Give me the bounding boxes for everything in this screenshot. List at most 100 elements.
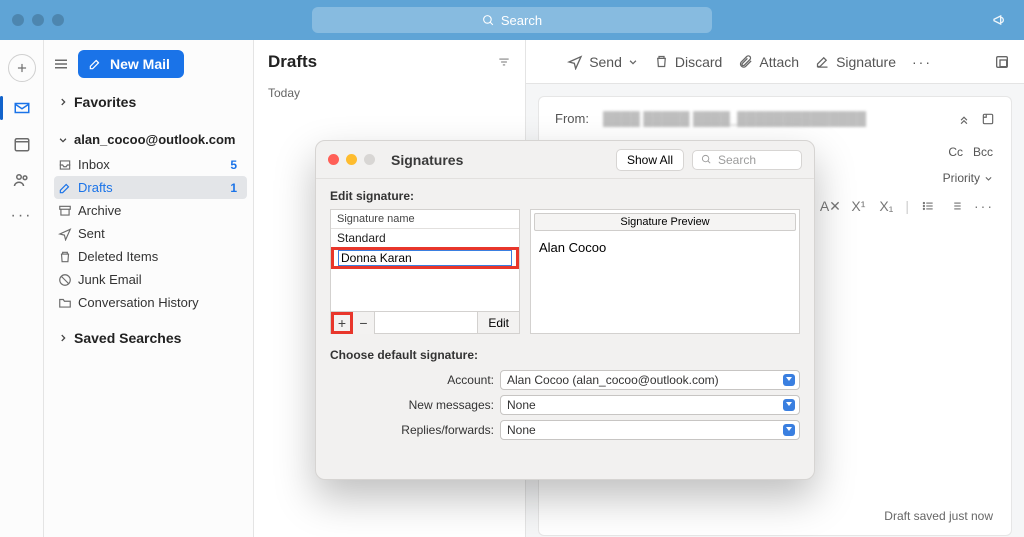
dialog-titlebar: Signatures Show All Search bbox=[316, 141, 814, 179]
more-icon[interactable]: ··· bbox=[12, 206, 32, 226]
signature-row-editing[interactable] bbox=[331, 247, 519, 269]
list-group-header: Today bbox=[268, 86, 511, 100]
window-titlebar: Search bbox=[0, 0, 1024, 40]
add-signature-button[interactable]: + bbox=[331, 312, 353, 334]
open-window-icon[interactable] bbox=[981, 112, 995, 126]
chevron-right-icon bbox=[58, 333, 68, 343]
choose-default-label: Choose default signature: bbox=[330, 348, 800, 362]
signature-row-standard[interactable]: Standard bbox=[331, 229, 519, 247]
folder-icon bbox=[58, 296, 72, 310]
from-label: From: bbox=[555, 111, 589, 126]
global-search[interactable]: Search bbox=[312, 7, 712, 33]
folder-drafts[interactable]: Drafts 1 bbox=[54, 176, 247, 199]
drafts-icon bbox=[58, 181, 72, 195]
from-row: From: ████ █████ ████_██████████████ bbox=[555, 111, 995, 126]
chevron-down-icon bbox=[984, 174, 993, 183]
favorites-header[interactable]: Favorites bbox=[50, 88, 247, 116]
rail-compose-button[interactable] bbox=[8, 54, 36, 82]
subscript-icon[interactable]: X₁ bbox=[877, 197, 895, 215]
format-toolbar: ▾ A✕ X¹ X₁ | ··· bbox=[793, 197, 993, 215]
superscript-icon[interactable]: X¹ bbox=[849, 197, 867, 215]
attach-icon bbox=[738, 54, 753, 69]
traffic-close[interactable] bbox=[12, 14, 24, 26]
saved-searches-header[interactable]: Saved Searches bbox=[50, 324, 247, 352]
new-messages-label: New messages: bbox=[330, 398, 500, 412]
folder-sent[interactable]: Sent bbox=[54, 222, 247, 245]
new-mail-button[interactable]: New Mail bbox=[78, 50, 184, 78]
dialog-minimize-button[interactable] bbox=[346, 154, 357, 165]
edit-signature-button[interactable]: Edit bbox=[477, 312, 519, 333]
preview-header: Signature Preview bbox=[534, 213, 796, 231]
compose-toolbar: Send Discard Attach Signature ··· bbox=[526, 40, 1024, 84]
attach-button[interactable]: Attach bbox=[738, 54, 799, 70]
traffic-zoom[interactable] bbox=[52, 14, 64, 26]
chevron-down-icon bbox=[628, 57, 638, 67]
signature-preview: Signature Preview Alan Cocoo bbox=[530, 209, 800, 334]
more-format-icon[interactable]: ··· bbox=[975, 197, 993, 215]
show-all-button[interactable]: Show All bbox=[616, 149, 684, 171]
archive-icon bbox=[58, 204, 72, 218]
preview-content: Alan Cocoo bbox=[531, 234, 799, 261]
chevron-right-icon bbox=[58, 97, 68, 107]
folder-list: Inbox 5 Drafts 1 Archive Sent Deleted It… bbox=[50, 153, 247, 314]
folder-conversation-history[interactable]: Conversation History bbox=[54, 291, 247, 314]
popout-icon[interactable] bbox=[994, 54, 1010, 70]
send-button[interactable]: Send bbox=[567, 54, 638, 70]
new-mail-label: New Mail bbox=[110, 56, 170, 72]
people-icon[interactable] bbox=[12, 170, 32, 190]
new-messages-select[interactable]: None bbox=[500, 395, 800, 415]
inbox-count: 5 bbox=[230, 158, 237, 172]
trash-icon bbox=[654, 54, 669, 69]
replies-forwards-label: Replies/forwards: bbox=[330, 423, 500, 437]
hamburger-icon[interactable] bbox=[52, 55, 70, 73]
edit-signature-label: Edit signature: bbox=[330, 189, 800, 203]
calendar-icon[interactable] bbox=[12, 134, 32, 154]
remove-signature-button[interactable]: − bbox=[353, 312, 375, 334]
dialog-title: Signatures bbox=[391, 152, 463, 168]
account-select[interactable]: Alan Cocoo (alan_cocoo@outlook.com) bbox=[500, 370, 800, 390]
mail-icon[interactable] bbox=[12, 98, 32, 118]
search-icon bbox=[482, 14, 495, 27]
account-label: Account: bbox=[330, 373, 500, 387]
signature-list: Signature name Standard + − Edit bbox=[330, 209, 520, 334]
dialog-search[interactable]: Search bbox=[692, 150, 802, 170]
bullet-list-icon[interactable] bbox=[919, 197, 937, 215]
filter-icon[interactable] bbox=[497, 55, 511, 69]
window-controls bbox=[12, 14, 64, 26]
clear-format-icon[interactable]: A✕ bbox=[821, 197, 839, 215]
signature-button[interactable]: Signature bbox=[815, 54, 896, 70]
collapse-icon[interactable] bbox=[957, 112, 971, 126]
replies-forwards-select[interactable]: None bbox=[500, 420, 800, 440]
cc-button[interactable]: Cc bbox=[948, 145, 963, 159]
account-header[interactable]: alan_cocoo@outlook.com bbox=[50, 126, 247, 153]
app-rail: ··· bbox=[0, 40, 44, 537]
compose-icon bbox=[88, 57, 102, 71]
search-icon bbox=[701, 154, 712, 165]
bcc-button[interactable]: Bcc bbox=[973, 145, 993, 159]
list-title: Drafts bbox=[268, 52, 317, 72]
global-search-placeholder: Search bbox=[501, 13, 542, 28]
drafts-count: 1 bbox=[230, 181, 237, 195]
folder-junk[interactable]: Junk Email bbox=[54, 268, 247, 291]
signature-name-header: Signature name bbox=[331, 210, 519, 229]
announcements-icon[interactable] bbox=[992, 12, 1008, 28]
folder-inbox[interactable]: Inbox 5 bbox=[54, 153, 247, 176]
priority-dropdown[interactable]: Priority bbox=[943, 171, 993, 185]
folder-archive[interactable]: Archive bbox=[54, 199, 247, 222]
discard-button[interactable]: Discard bbox=[654, 54, 722, 70]
trash-icon bbox=[58, 250, 72, 264]
number-list-icon[interactable] bbox=[947, 197, 965, 215]
more-actions-icon[interactable]: ··· bbox=[912, 54, 932, 70]
dialog-close-button[interactable] bbox=[328, 154, 339, 165]
draft-saved-status: Draft saved just now bbox=[884, 509, 993, 523]
sent-icon bbox=[58, 227, 72, 241]
signature-icon bbox=[815, 54, 830, 69]
from-value-redacted: ████ █████ ████_██████████████ bbox=[603, 111, 866, 126]
traffic-minimize[interactable] bbox=[32, 14, 44, 26]
signature-name-input[interactable] bbox=[338, 250, 512, 266]
folder-pane: New Mail Favorites alan_cocoo@outlook.co… bbox=[44, 40, 254, 537]
chevron-down-icon bbox=[58, 135, 68, 145]
dialog-zoom-button bbox=[364, 154, 375, 165]
folder-deleted[interactable]: Deleted Items bbox=[54, 245, 247, 268]
junk-icon bbox=[58, 273, 72, 287]
